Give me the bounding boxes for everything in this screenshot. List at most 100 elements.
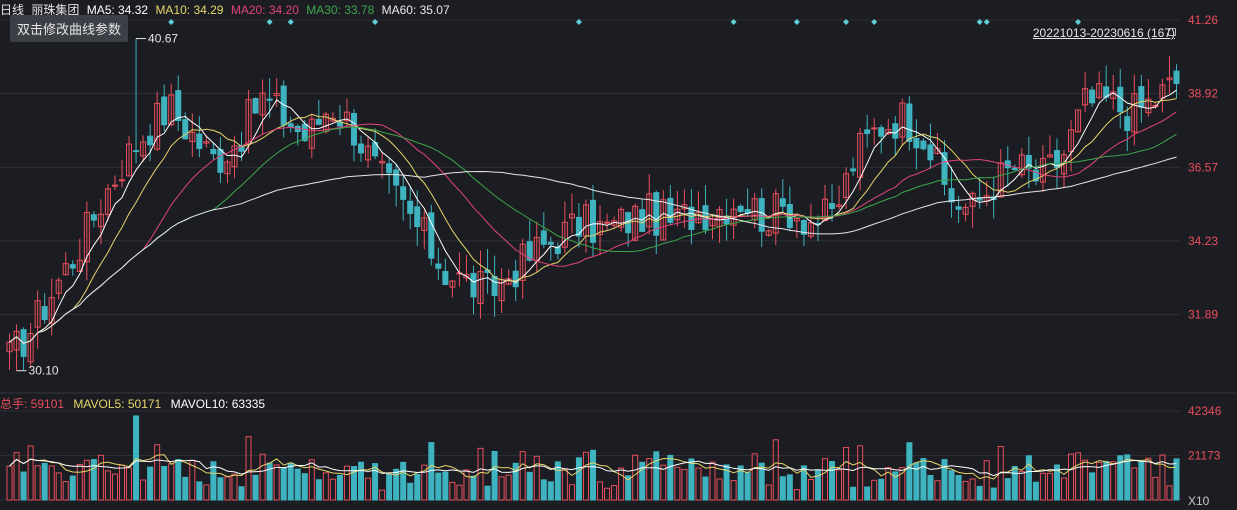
volume-bar [1110,461,1117,501]
volume-bar [280,467,287,501]
volume-bar [730,480,737,501]
volume-bar [589,449,597,501]
volume-bar [442,471,449,501]
volume-bar [906,442,913,501]
candle-body [878,127,885,137]
volume-bar [133,415,140,501]
lock-icon[interactable] [1168,28,1176,36]
volume-bar [1025,455,1032,501]
volume-bar [976,485,983,501]
volume-bar [604,487,611,501]
volume-bar [238,486,245,501]
volume-bar [962,480,969,501]
volume-bar [477,447,484,501]
candle-body [287,123,294,128]
ma20-label: MA20: 34.20 [230,3,299,17]
volume-bar [203,484,210,501]
kline-chart-panel[interactable]: 41.26 38.92 36.57 34.23 31.89 42346 21173 X10 40… [0,0,1237,510]
volume-bar [582,451,589,501]
candle-body [758,198,765,232]
candle-body [955,206,962,210]
volume-bar [857,445,864,501]
candle-body [442,270,449,285]
volume-bar [484,485,491,501]
candle-body [69,264,76,269]
volume-bar [118,464,126,501]
volume-bar [611,485,618,501]
volume-bar [6,465,13,501]
volume-bar [751,453,758,501]
volume-bar [1039,472,1046,501]
volume-bar [941,459,948,501]
candle-body [737,205,744,212]
price-axis-tick: 31.89 [1188,307,1218,321]
volume-bar [1032,481,1039,501]
volume-bar [34,465,41,501]
volume-bar [744,472,751,501]
volume-bar [1018,470,1025,501]
candle-body [1089,89,1096,104]
volume-bar [1173,458,1180,501]
volume-bar [983,460,990,501]
edit-curve-tooltip: 双击修改曲线参数 [10,15,129,42]
volume-bar [1046,472,1053,501]
candle-body [575,216,582,237]
price-axis-tick: 38.92 [1188,87,1218,101]
mavol5-label: MAVOL5: 50171 [73,397,162,411]
volume-bar [231,473,238,501]
volume-bar [716,478,723,501]
volume-bar [1166,485,1173,501]
candle-body [512,270,519,288]
volume-bar [1075,452,1082,501]
volume-bar [519,451,526,501]
candle-body [357,143,365,154]
volume-bar [1011,466,1018,501]
volume-bar [343,465,350,501]
volume-bar [688,458,695,501]
volume-bar [69,475,76,501]
candle-body [407,200,414,214]
volume-bar [365,477,372,501]
candle-body [350,112,357,146]
volume-legend: 总手: 59101 MAVOL5: 50171 MAVOL10: 63335 [0,395,271,412]
candle-body [393,169,400,186]
volume-bar [575,457,582,501]
candle-body [133,150,140,153]
volume-bar [1089,472,1096,501]
chart-svg[interactable]: 41.26 38.92 36.57 34.23 31.89 42346 21173 X10 40… [0,0,1237,510]
candle-body [386,163,393,174]
date-range-label[interactable]: 20221013-20230616 (167) [1033,26,1175,40]
candle-body [871,127,878,130]
candle-body [315,118,322,125]
volume-bar [547,481,554,501]
candles-group [6,38,1180,371]
volume-bar [597,481,604,501]
volume-bar [702,476,709,501]
volume-bar [154,444,161,501]
volume-bar [505,474,512,501]
volume-bar [1004,478,1011,501]
candle-body [111,184,118,187]
volume-bar [695,467,702,501]
volume-bar [20,471,27,501]
volume-bar [196,481,203,501]
volume-bar [400,461,407,501]
volume-bar [871,479,878,501]
volume-bar [287,462,294,501]
volume-bar [498,476,505,501]
volume-bar [653,451,660,501]
volume-bar [561,468,568,501]
candle-body [850,168,857,172]
candle-body [1011,167,1018,171]
volume-bar [407,482,414,501]
volume-bar [850,486,857,501]
candle-body [920,140,927,150]
volume-bar [1145,457,1152,501]
volume-bar [681,468,688,501]
volume-bar [899,466,906,501]
volume-bar [1131,467,1138,501]
volume-bar [1096,462,1103,501]
volume-bar [990,487,997,501]
volume-bar [126,467,133,501]
volume-bar [161,465,168,501]
